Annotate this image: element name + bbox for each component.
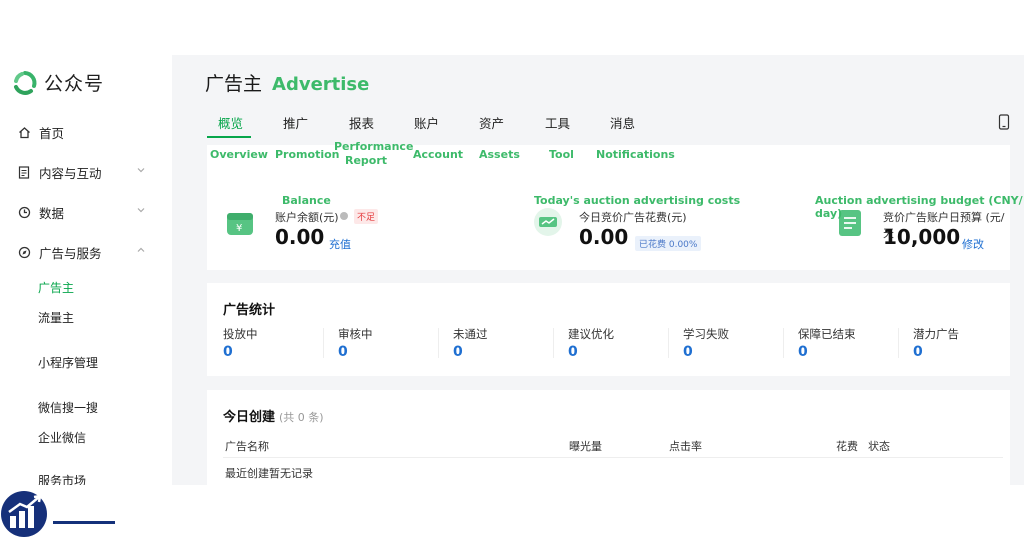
chevron-up-icon xyxy=(137,247,145,252)
info-icon[interactable] xyxy=(339,211,349,221)
stat-label: 审核中 xyxy=(338,327,373,341)
stat-label: 建议优化 xyxy=(568,327,614,341)
balance-en: Balance xyxy=(282,194,331,207)
stat-label: 学习失败 xyxy=(683,327,729,341)
column-header-ctr: 点击率 xyxy=(669,440,702,453)
tab-assets-en: Assets xyxy=(479,148,520,161)
stat-value[interactable]: 0 xyxy=(683,344,693,360)
tab-overview-en: Overview xyxy=(210,148,268,161)
tab-assets[interactable]: 资产 xyxy=(479,113,504,132)
stat-value[interactable]: 0 xyxy=(568,344,578,360)
today-created-card: 今日创建 (共 0 条) 广告名称 曝光量 点击率 花费 状态 最近创建暂无记录 xyxy=(207,390,1010,485)
home-icon xyxy=(16,124,32,140)
svg-text:¥: ¥ xyxy=(236,223,242,234)
tab-promotion[interactable]: 推广 xyxy=(283,113,308,132)
today-cost-value: 0.00 xyxy=(579,225,629,249)
brand: 公众号 xyxy=(12,69,104,96)
stat-value[interactable]: 0 xyxy=(913,344,923,360)
balance-value: 0.00 xyxy=(275,225,325,249)
today-created-label: 今日创建 xyxy=(223,410,276,425)
mobile-phone-icon[interactable] xyxy=(998,114,1010,130)
clock-pie-icon xyxy=(16,204,32,220)
column-header-cost: 花费 xyxy=(836,440,858,453)
tab-overview[interactable]: 概览 xyxy=(218,113,243,132)
ad-stats-title: 广告统计 xyxy=(223,303,276,318)
stat-divider xyxy=(438,328,439,358)
tab-promotion-en: Promotion xyxy=(275,148,340,161)
sidebar-item-label: 数据 xyxy=(39,205,65,221)
chevron-down-icon xyxy=(137,168,145,173)
sidebar-item-ads-services[interactable]: 广告与服务 xyxy=(16,241,146,263)
stat-value[interactable]: 0 xyxy=(798,344,808,360)
page-title: 广告主 Advertise xyxy=(205,69,369,96)
stat-divider xyxy=(553,328,554,358)
tab-tool-en: Tool xyxy=(549,148,574,161)
stat-value[interactable]: 0 xyxy=(453,344,463,360)
sidebar-subitem-wechat-search[interactable]: 微信搜一搜 xyxy=(38,399,98,416)
today-cost-en: Today's auction advertising costs xyxy=(534,194,741,207)
tab-notifications-en: Notifications xyxy=(596,148,675,161)
document-icon xyxy=(16,164,32,180)
today-cost-label: 今日竞价广告花费(元) xyxy=(579,211,687,224)
ad-stats-card: 广告统计 投放中 0 审核中 0 未通过 0 建议优化 0 学习失败 0 保障已… xyxy=(207,283,1010,376)
today-created-title: 今日创建 (共 0 条) xyxy=(223,406,324,425)
stat-value[interactable]: 0 xyxy=(223,344,233,360)
tab-bar: 概览 推广 报表 账户 资产 工具 消息 xyxy=(205,110,1005,140)
wechat-official-logo-icon xyxy=(14,70,37,95)
growth-chart-logo-icon xyxy=(1,491,47,537)
watermark-underline xyxy=(53,521,115,524)
compass-icon xyxy=(16,244,32,260)
tab-report-en: Performance Report xyxy=(334,140,414,167)
balance-label: 账户余额(元) xyxy=(275,211,339,224)
stat-divider xyxy=(668,328,669,358)
stat-label: 潜力广告 xyxy=(913,327,959,341)
wallet-icon: ¥ xyxy=(227,213,253,235)
brand-name: 公众号 xyxy=(44,73,105,95)
sidebar: 公众号 首页 内容与互动 数据 广告与服务 广告主 流量主 小程序管理 微信搜一… xyxy=(0,55,172,485)
app-window: 公众号 首页 内容与互动 数据 广告与服务 广告主 流量主 小程序管理 微信搜一… xyxy=(0,55,1024,485)
stat-divider xyxy=(898,328,899,358)
sidebar-subitem-wecom[interactable]: 企业微信 xyxy=(38,429,86,446)
sidebar-item-label: 广告与服务 xyxy=(39,245,102,261)
spent-percent-badge: 已花费 0.00% xyxy=(635,236,702,251)
sidebar-item-label: 首页 xyxy=(39,125,65,141)
sidebar-item-content[interactable]: 内容与互动 xyxy=(16,161,146,183)
tab-account-en: Account xyxy=(413,148,464,161)
budget-value: 10,000 xyxy=(883,225,961,249)
stat-label: 未通过 xyxy=(453,327,488,341)
edit-budget-link[interactable]: 修改 xyxy=(962,236,984,252)
tab-account[interactable]: 账户 xyxy=(414,113,439,132)
screenshot-frame: 公众号 首页 内容与互动 数据 广告与服务 广告主 流量主 小程序管理 微信搜一… xyxy=(0,0,1024,538)
sidebar-subitem-advertiser[interactable]: 广告主 xyxy=(38,279,74,296)
insufficient-badge: 不足 xyxy=(354,209,379,224)
stat-value[interactable]: 0 xyxy=(338,344,348,360)
sidebar-subitem-publisher[interactable]: 流量主 xyxy=(38,309,74,326)
recharge-link[interactable]: 充值 xyxy=(329,236,351,252)
column-header-status: 状态 xyxy=(868,440,890,453)
stat-label: 保障已结束 xyxy=(798,327,856,341)
sidebar-item-label: 内容与互动 xyxy=(39,165,102,181)
today-created-count: (共 0 条) xyxy=(279,411,324,424)
page-title-cn: 广告主 xyxy=(205,73,263,95)
page-title-en: Advertise xyxy=(272,74,370,95)
stat-label: 投放中 xyxy=(223,327,258,341)
chevron-down-icon xyxy=(137,208,145,213)
chart-circle-icon xyxy=(534,208,562,236)
column-header-ad-name: 广告名称 xyxy=(225,440,269,453)
stat-divider xyxy=(323,328,324,358)
sidebar-item-data[interactable]: 数据 xyxy=(16,201,146,223)
column-header-impressions: 曝光量 xyxy=(569,440,602,453)
sidebar-subitem-service-market[interactable]: 服务市场 xyxy=(38,472,86,485)
budget-en: Auction advertising budget (CNY/ day) xyxy=(815,194,1023,220)
empty-state-text: 最近创建暂无记录 xyxy=(225,467,313,480)
tab-tools[interactable]: 工具 xyxy=(545,113,570,132)
tab-messages[interactable]: 消息 xyxy=(610,113,635,132)
sidebar-subitem-mini-program[interactable]: 小程序管理 xyxy=(38,354,98,371)
active-tab-indicator xyxy=(207,136,251,138)
table-header-divider xyxy=(223,457,1003,458)
stat-divider xyxy=(783,328,784,358)
tab-report[interactable]: 报表 xyxy=(349,113,374,132)
sidebar-item-home[interactable]: 首页 xyxy=(16,121,146,143)
